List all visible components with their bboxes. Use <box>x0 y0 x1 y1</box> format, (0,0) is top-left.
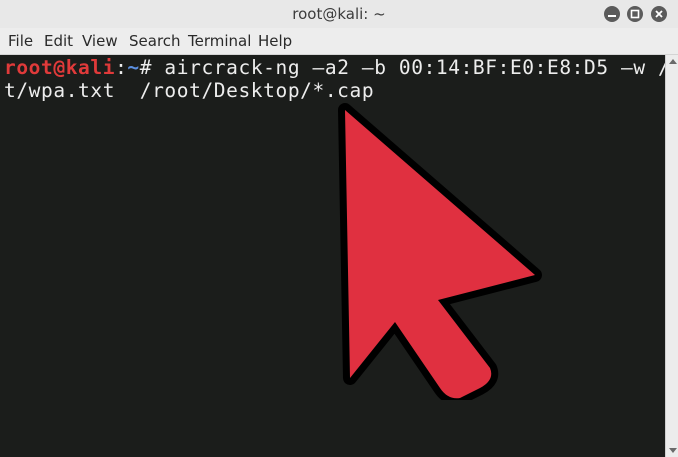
menu-file[interactable]: File <box>8 28 33 54</box>
maximize-button[interactable] <box>627 6 643 22</box>
menu-edit[interactable]: Edit <box>44 28 73 54</box>
menu-help[interactable]: Help <box>258 28 292 54</box>
prompt-separator: : <box>115 56 128 79</box>
menu-bar: File Edit View Search Terminal Help <box>0 28 678 55</box>
title-bar[interactable]: root@kali: ~ <box>0 0 678 28</box>
scroll-down-icon[interactable] <box>669 448 677 453</box>
menu-search[interactable]: Search <box>129 28 181 54</box>
prompt-user: root@kali <box>4 56 116 79</box>
command-line-1: root@kali:~# aircrack-ng –a2 –b 00:14:BF… <box>4 56 665 79</box>
terminal-window: root@kali: ~ File Edit View Search Termi… <box>0 0 678 457</box>
vertical-scrollbar[interactable] <box>665 55 678 457</box>
close-button[interactable] <box>651 6 667 22</box>
window-title: root@kali: ~ <box>292 5 386 23</box>
prompt-path: ~ <box>127 56 140 79</box>
minimize-button[interactable] <box>604 6 620 22</box>
maximize-icon <box>630 9 640 19</box>
minimize-icon <box>608 15 616 17</box>
menu-view[interactable]: View <box>82 28 118 54</box>
menu-terminal[interactable]: Terminal <box>188 28 251 54</box>
close-icon <box>655 10 663 18</box>
scroll-up-icon[interactable] <box>669 59 677 64</box>
prompt-symbol: # <box>139 56 153 79</box>
command-line-2: t/wpa.txt /root/Desktop/*.cap <box>4 79 375 102</box>
command-text: aircrack-ng –a2 –b 00:14:BF:E0:E8:D5 –w … <box>152 56 665 79</box>
red-arrow-pointer-icon <box>338 103 542 400</box>
